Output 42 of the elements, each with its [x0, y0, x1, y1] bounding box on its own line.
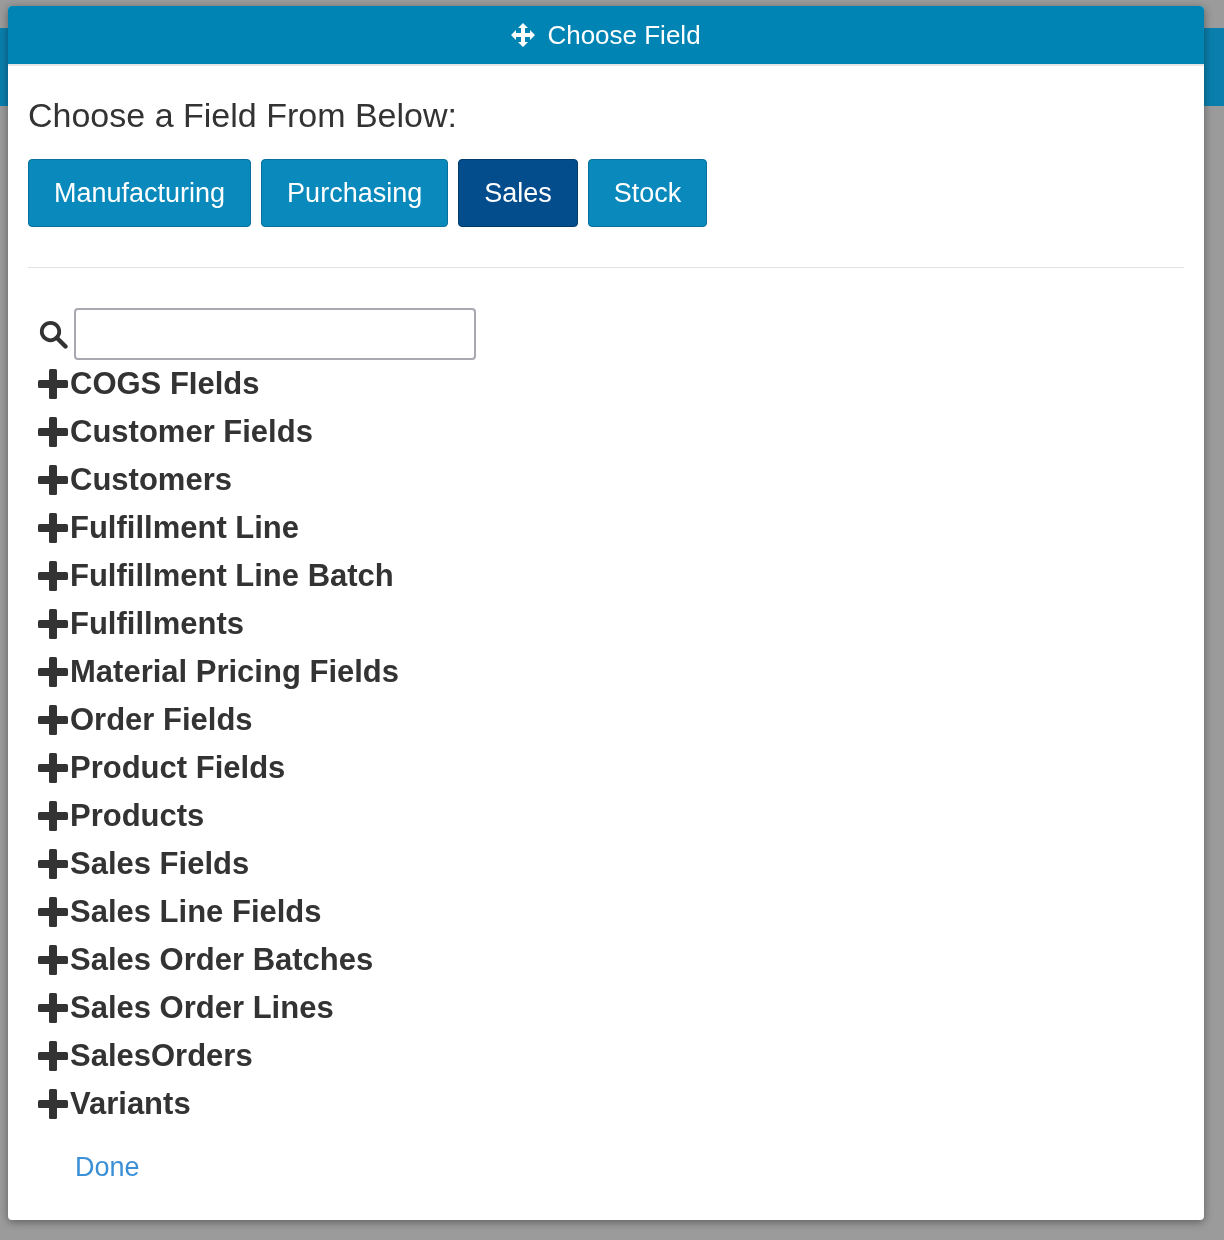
expand-icon[interactable]	[38, 1041, 68, 1071]
expand-icon[interactable]	[38, 369, 68, 399]
expand-icon[interactable]	[38, 897, 68, 927]
tree-item[interactable]: Customers	[70, 462, 232, 498]
category-tab[interactable]: Sales	[458, 159, 578, 227]
expand-icon[interactable]	[38, 945, 68, 975]
expand-icon[interactable]	[38, 849, 68, 879]
tree-item[interactable]: Fulfillment Line Batch	[70, 558, 394, 594]
tree-item[interactable]: Sales Line Fields	[70, 894, 322, 930]
tree-item[interactable]: Order Fields	[70, 702, 253, 738]
expand-icon[interactable]	[38, 657, 68, 687]
tree-item[interactable]: SalesOrders	[70, 1038, 253, 1074]
category-tab[interactable]: Stock	[587, 159, 708, 227]
tree-item[interactable]: COGS FIelds	[70, 366, 260, 402]
expand-icon[interactable]	[38, 513, 68, 543]
category-tab[interactable]: Purchasing	[261, 159, 449, 227]
tree-item[interactable]: Sales Fields	[70, 846, 250, 882]
dialog-title: Choose Field	[547, 19, 701, 51]
expand-icon[interactable]	[38, 609, 68, 639]
tree-item[interactable]: Fulfillments	[70, 606, 244, 642]
tree-item[interactable]: Variants	[70, 1086, 191, 1122]
expand-icon[interactable]	[38, 993, 68, 1023]
expand-icon[interactable]	[38, 705, 68, 735]
expand-icon[interactable]	[38, 801, 68, 831]
expand-icon[interactable]	[38, 1089, 68, 1119]
heading: Choose a Field From Below:	[28, 96, 458, 135]
tree-item[interactable]: Sales Order Batches	[70, 942, 374, 978]
category-tab[interactable]: Manufacturing	[28, 159, 252, 227]
search-field[interactable]	[74, 308, 476, 360]
expand-icon[interactable]	[38, 753, 68, 783]
title-bar[interactable]: Choose Field	[8, 6, 1204, 66]
tree-item[interactable]: Sales Order Lines	[70, 990, 334, 1026]
tree-item[interactable]: Material Pricing Fields	[70, 654, 400, 690]
tree-item[interactable]: Products	[70, 798, 205, 834]
expand-icon[interactable]	[38, 561, 68, 591]
tree-item[interactable]: Fulfillment Line	[70, 510, 300, 546]
search-icon	[38, 319, 68, 349]
move-icon	[511, 23, 536, 47]
expand-icon[interactable]	[38, 465, 68, 495]
expand-icon[interactable]	[38, 417, 68, 447]
tree-item[interactable]: Customer Fields	[70, 414, 313, 450]
tree-item[interactable]: Product Fields	[70, 750, 286, 786]
